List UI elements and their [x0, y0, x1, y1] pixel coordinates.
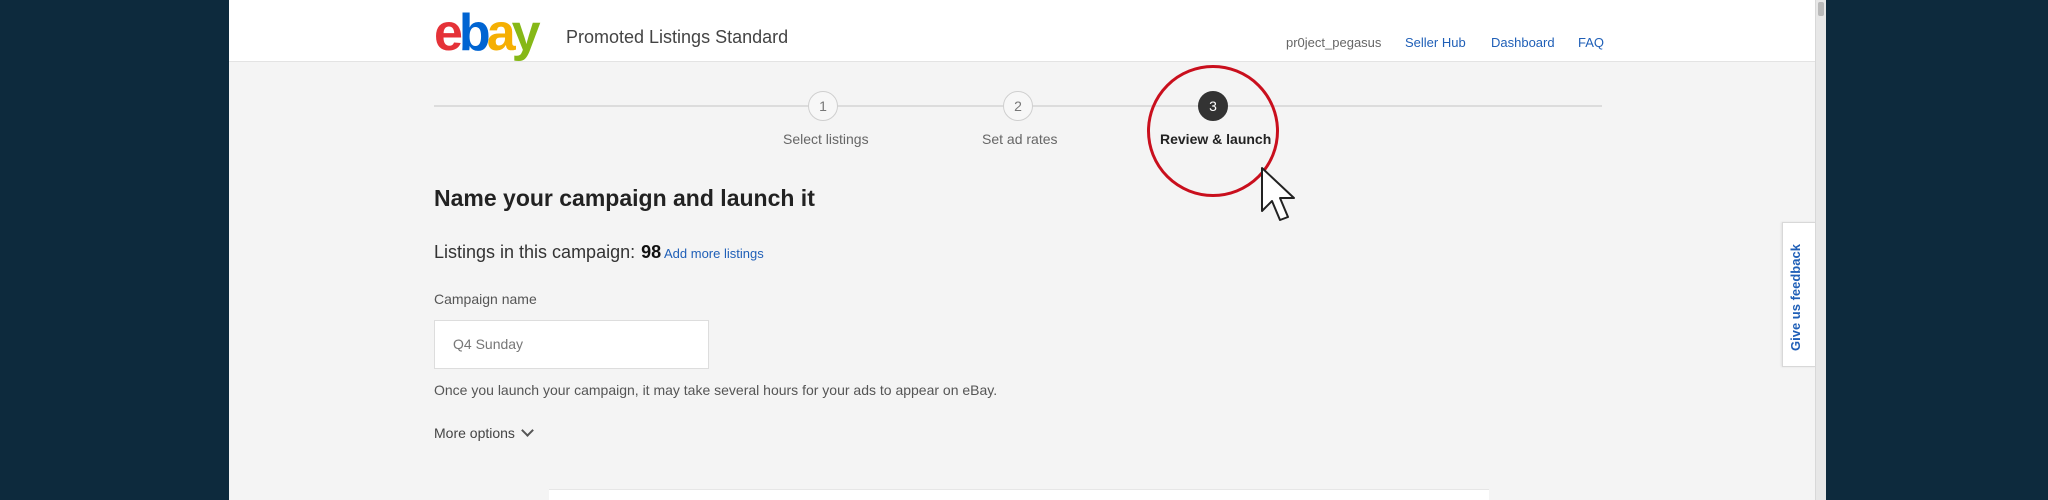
more-options-toggle[interactable]: More options	[434, 424, 534, 441]
campaign-name-label: Campaign name	[434, 291, 537, 307]
browser-window: ebay Promoted Listings Standard pr0ject_…	[229, 0, 1825, 500]
site-header: ebay Promoted Listings Standard pr0ject_…	[229, 0, 1815, 62]
logo-letter-a: a	[486, 4, 516, 62]
page-heading: Name your campaign and launch it	[434, 185, 815, 211]
more-options-label: More options	[434, 425, 515, 441]
logo-letter-e: e	[434, 4, 463, 62]
product-title: Promoted Listings Standard	[566, 27, 789, 47]
feedback-tab[interactable]: Give us feedback	[1782, 222, 1816, 367]
dashboard-link[interactable]: Dashboard	[1491, 35, 1555, 50]
content-card-edge	[549, 489, 1489, 500]
logo-letter-b: b	[458, 4, 491, 62]
campaign-name-input[interactable]: Q4 Sunday	[434, 320, 709, 369]
mouse-cursor-icon	[1261, 167, 1295, 221]
faq-link[interactable]: FAQ	[1578, 35, 1604, 50]
step-2-number[interactable]: 2	[1003, 91, 1033, 121]
step-1-label[interactable]: Select listings	[783, 131, 869, 147]
feedback-label: Give us feedback	[1788, 244, 1803, 351]
username-link[interactable]: pr0ject_pegasus	[1286, 35, 1381, 50]
step-2-label[interactable]: Set ad rates	[982, 131, 1058, 147]
listings-count: 98	[641, 242, 662, 262]
step-1-number[interactable]: 1	[808, 91, 838, 121]
add-more-listings-link[interactable]: Add more listings	[664, 246, 764, 261]
vertical-scrollbar[interactable]	[1815, 0, 1826, 500]
listings-summary: Listings in this campaign: 98	[434, 242, 661, 263]
launch-notice: Once you launch your campaign, it may ta…	[434, 382, 998, 398]
chevron-down-icon	[521, 424, 534, 437]
scrollbar-thumb[interactable]	[1818, 2, 1824, 16]
listings-label: Listings in this campaign:	[434, 242, 636, 262]
logo-letter-y: y	[511, 4, 541, 62]
ebay-logo[interactable]: ebay	[434, 4, 541, 62]
seller-hub-link[interactable]: Seller Hub	[1405, 35, 1466, 50]
